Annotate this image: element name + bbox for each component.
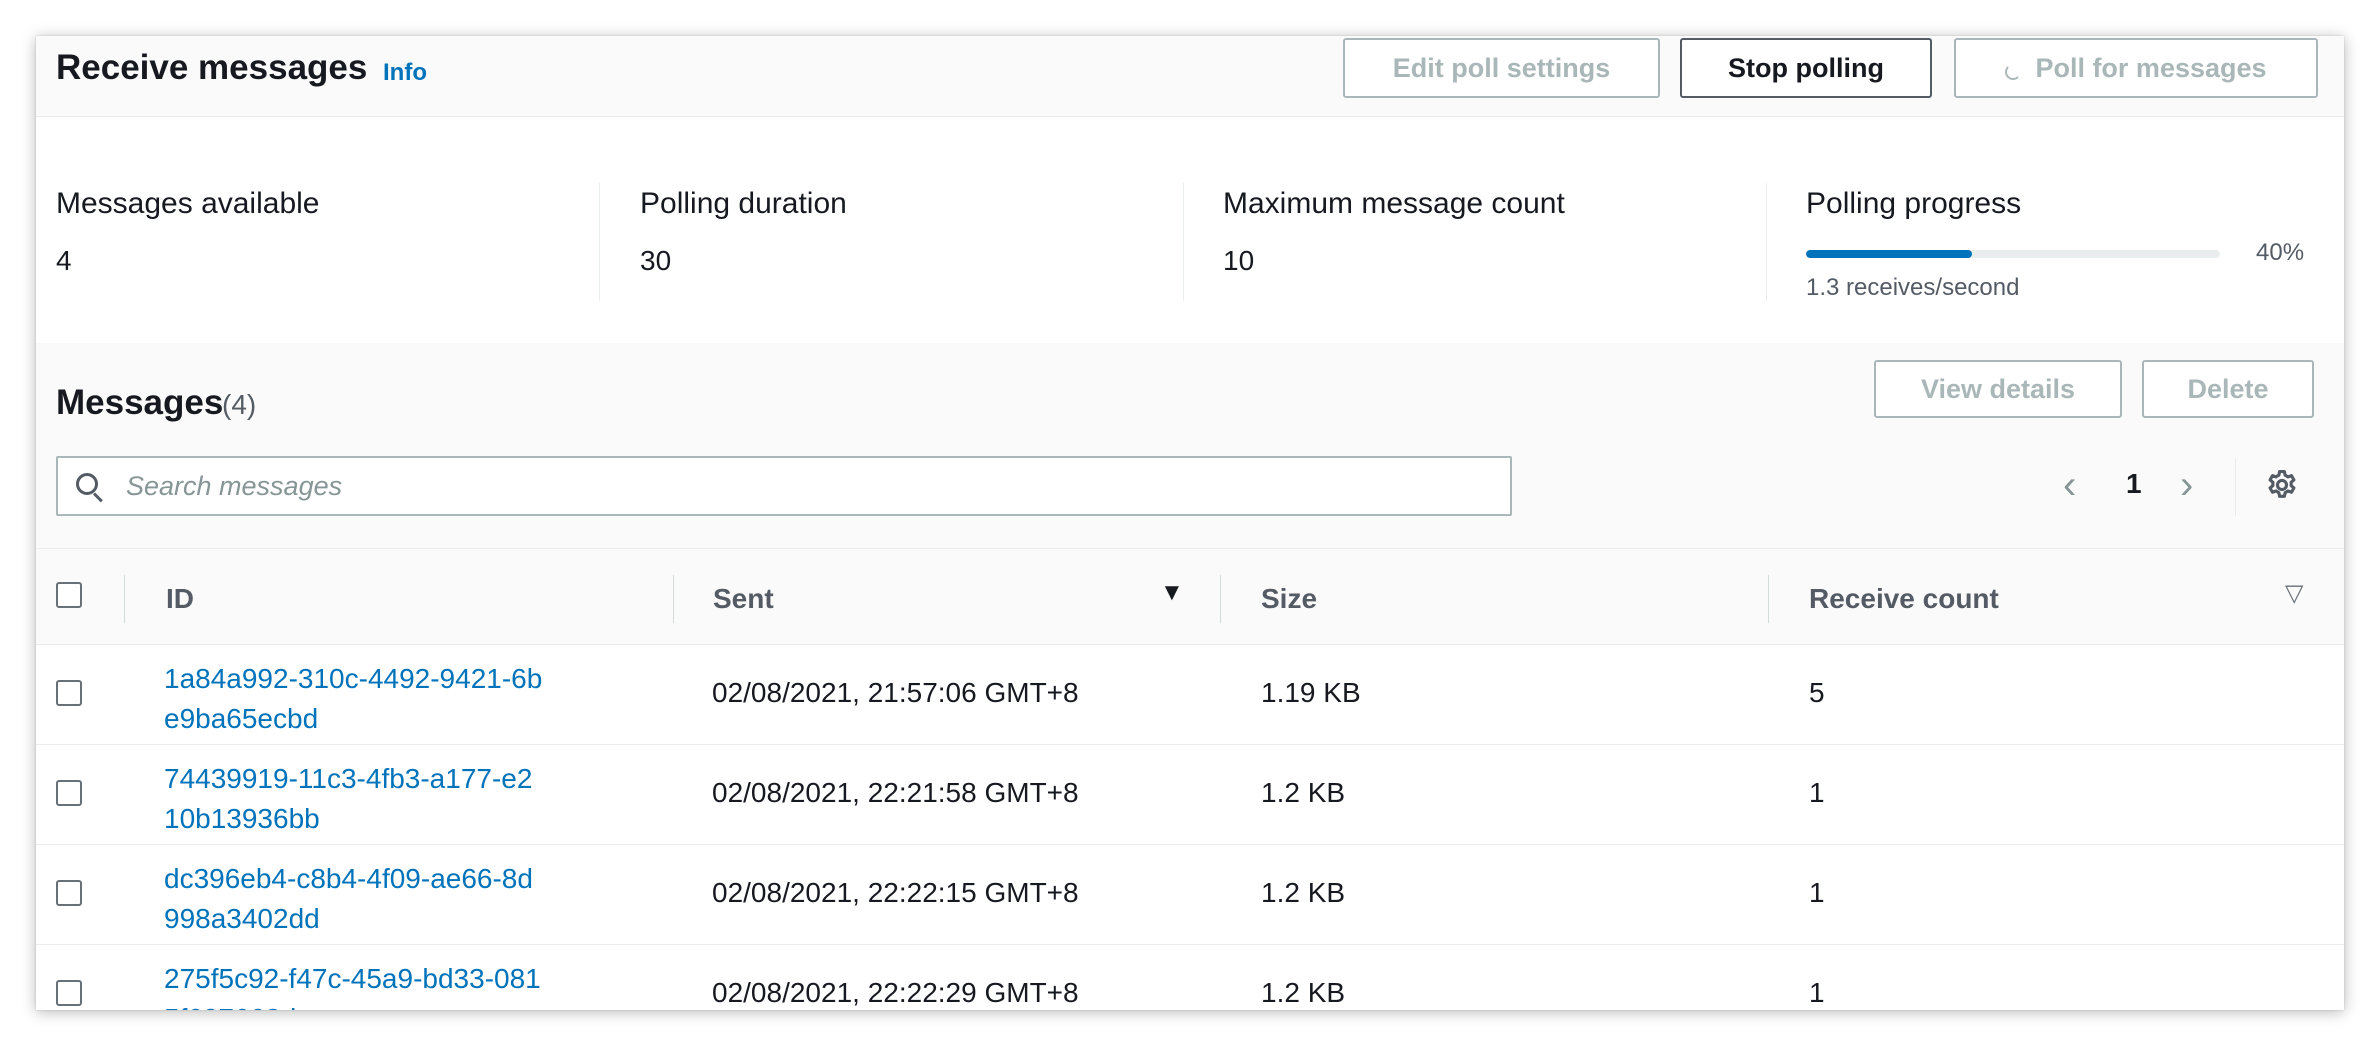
column-header-size[interactable]: Size (1261, 583, 1317, 615)
message-id-link[interactable]: 74439919-11c3-4fb3-a177-e210b13936bb (164, 759, 544, 839)
column-divider (124, 575, 125, 623)
column-divider (673, 575, 674, 623)
message-id-link[interactable]: 1a84a992-310c-4492-9421-6be9ba65ecbd (164, 659, 544, 739)
pager-divider (2235, 458, 2236, 516)
stat-divider (1766, 183, 1767, 301)
message-sent: 02/08/2021, 22:21:58 GMT+8 (712, 777, 1079, 808)
poll-for-messages-label: Poll for messages (2035, 52, 2267, 83)
column-divider (1220, 575, 1221, 623)
message-receive-count: 1 (1809, 877, 1825, 908)
polling-progress-label: Polling progress (1806, 187, 2022, 220)
table-row: 1a84a992-310c-4492-9421-6be9ba65ecbd 02/… (36, 645, 2344, 745)
column-header-sent[interactable]: Sent (713, 583, 774, 615)
search-box (56, 456, 1512, 516)
current-page-number[interactable]: 1 (2126, 468, 2142, 500)
row-checkbox[interactable] (56, 880, 82, 906)
delete-button[interactable]: Delete (2142, 360, 2314, 418)
search-icon (76, 473, 104, 503)
stop-polling-label: Stop polling (1728, 52, 1884, 83)
chevron-right-icon[interactable]: › (2180, 455, 2193, 515)
table-row: 74439919-11c3-4fb3-a177-e210b13936bb 02/… (36, 745, 2344, 845)
column-divider (1768, 575, 1769, 623)
sort-descending-icon[interactable]: ▼ (1160, 579, 1184, 607)
messages-count: (4) (222, 389, 257, 420)
message-sent: 02/08/2021, 22:22:29 GMT+8 (712, 977, 1079, 1008)
message-receive-count: 1 (1809, 777, 1825, 808)
info-link[interactable]: Info (383, 59, 427, 87)
polling-progress-rate: 1.3 receives/second (1806, 274, 2020, 301)
chevron-left-icon[interactable]: ‹ (2063, 455, 2076, 515)
edit-poll-settings-label: Edit poll settings (1392, 52, 1611, 83)
table-header: ID Sent ▼ Size Receive count ▽ (36, 548, 2344, 645)
search-input[interactable] (126, 458, 1496, 514)
spinner-icon (2005, 64, 2022, 80)
message-sent: 02/08/2021, 21:57:06 GMT+8 (712, 677, 1079, 708)
panel-header: Receive messages Info Edit poll settings… (36, 36, 2344, 117)
stat-divider (1183, 183, 1184, 301)
row-checkbox[interactable] (56, 980, 82, 1006)
message-size: 1.2 KB (1261, 977, 1346, 1008)
select-all-checkbox[interactable] (56, 582, 82, 608)
view-details-button[interactable]: View details (1874, 360, 2122, 418)
maximum-message-count-label: Maximum message count (1223, 187, 1565, 220)
message-size: 1.2 KB (1261, 877, 1346, 908)
table-row: 275f5c92-f47c-45a9-bd33-0815f607663d 02/… (36, 945, 2344, 1010)
panel-title: Receive messages (56, 48, 368, 87)
polling-duration-value: 30 (640, 245, 672, 276)
stop-polling-button[interactable]: Stop polling (1680, 38, 1932, 98)
messages-title: Messages (56, 383, 224, 422)
message-receive-count: 5 (1809, 677, 1825, 708)
polling-progress-fill (1806, 250, 1972, 258)
row-checkbox[interactable] (56, 680, 82, 706)
polling-stats: Messages available 4 Polling duration 30… (36, 117, 2344, 343)
polling-duration-label: Polling duration (640, 187, 847, 220)
view-details-label: View details (1920, 373, 2076, 404)
message-receive-count: 1 (1809, 977, 1825, 1008)
edit-poll-settings-button[interactable]: Edit poll settings (1343, 38, 1660, 98)
polling-progress-bar (1806, 250, 2220, 258)
message-id-link[interactable]: dc396eb4-c8b4-4f09-ae66-8d998a3402dd (164, 859, 544, 939)
messages-available-label: Messages available (56, 187, 320, 220)
polling-progress-percent: 40% (2256, 239, 2305, 266)
stat-divider (599, 183, 600, 301)
delete-label: Delete (2187, 373, 2269, 404)
row-checkbox[interactable] (56, 780, 82, 806)
message-id-link[interactable]: 275f5c92-f47c-45a9-bd33-0815f607663d (164, 959, 544, 1010)
column-header-id[interactable]: ID (166, 583, 194, 615)
messages-section: Messages (4) View details Delete ‹ 1 › I… (36, 343, 2344, 1010)
poll-for-messages-button[interactable]: Poll for messages (1954, 38, 2318, 98)
column-header-receive-count[interactable]: Receive count (1809, 583, 1999, 615)
messages-available-value: 4 (56, 245, 72, 276)
messages-table-body: 1a84a992-310c-4492-9421-6be9ba65ecbd 02/… (36, 645, 2344, 1010)
table-row: dc396eb4-c8b4-4f09-ae66-8d998a3402dd 02/… (36, 845, 2344, 945)
message-sent: 02/08/2021, 22:22:15 GMT+8 (712, 877, 1079, 908)
message-size: 1.2 KB (1261, 777, 1346, 808)
gear-icon[interactable] (2265, 468, 2299, 502)
sort-icon[interactable]: ▽ (2285, 579, 2303, 608)
receive-messages-panel: Receive messages Info Edit poll settings… (36, 36, 2344, 1010)
message-size: 1.19 KB (1261, 677, 1361, 708)
maximum-message-count-value: 10 (1223, 245, 1255, 276)
